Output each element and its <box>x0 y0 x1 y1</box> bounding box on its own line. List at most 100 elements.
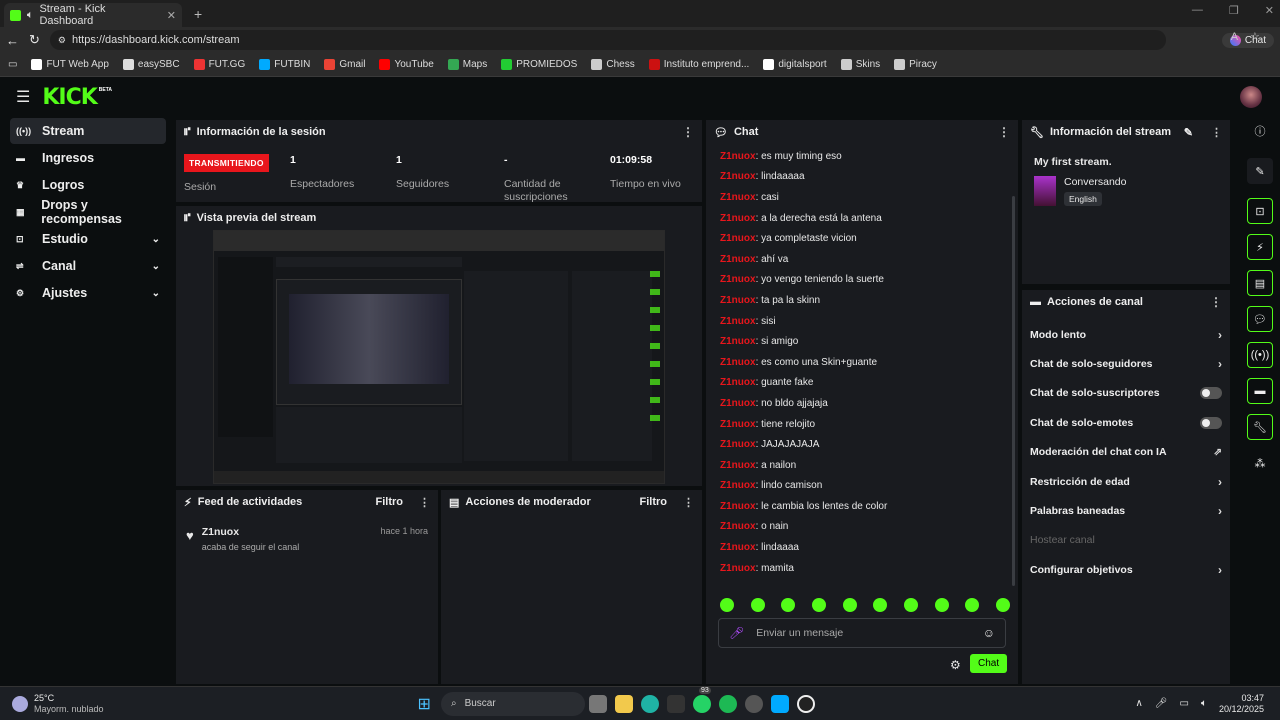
chat-message[interactable]: Z1nuox: es como una Skin+guante <box>706 352 1006 373</box>
mod-filter-button[interactable]: Filtro <box>640 496 668 508</box>
file-explorer-icon[interactable] <box>614 694 633 713</box>
chat-message[interactable]: Z1nuox: ya completaste vicion <box>706 228 1006 249</box>
send-chat-button[interactable]: Chat <box>970 654 1008 673</box>
edit-pencil-icon[interactable]: ✎ <box>1184 126 1193 139</box>
chat-message[interactable]: Z1nuox: guante fake <box>706 373 1006 394</box>
chat-username[interactable]: Z1nuox <box>720 151 756 162</box>
spotify-icon[interactable] <box>718 694 737 713</box>
chat-message[interactable]: Z1nuox: a la derecha está la antena <box>706 208 1006 229</box>
tray-chevron-icon[interactable]: ∧ <box>1135 698 1142 709</box>
chat-username[interactable]: Z1nuox <box>720 192 756 203</box>
chat-username[interactable]: Z1nuox <box>720 233 756 244</box>
emote-icon[interactable] <box>781 598 796 612</box>
emote-icon[interactable] <box>811 598 826 612</box>
bookmark-item[interactable]: digitalsport <box>763 59 827 70</box>
emote-icon[interactable] <box>873 598 888 612</box>
weather-widget[interactable]: 25°C Mayorm. nublado <box>12 693 104 715</box>
new-tab-icon[interactable]: + <box>194 6 202 22</box>
taskbar-search[interactable]: ⌕ Buscar <box>440 691 585 716</box>
minimize-icon[interactable]: — <box>1192 4 1203 17</box>
kebab-menu-icon[interactable]: ⋮ <box>1210 295 1222 309</box>
refresh-icon[interactable]: ↻ <box>29 32 40 48</box>
close-tab-icon[interactable]: ✕ <box>167 9 176 22</box>
chat-message[interactable]: Z1nuox: tiene relojito <box>706 414 1006 435</box>
bookmark-item[interactable]: Skins <box>840 59 880 70</box>
chat-message[interactable]: Z1nuox: casi <box>706 187 1006 208</box>
back-icon[interactable]: ← <box>6 33 19 48</box>
chevron-down-icon[interactable]: ⌄ <box>152 288 160 299</box>
chat-message[interactable]: Z1nuox: ahí va <box>706 249 1006 270</box>
chat-message[interactable]: Z1nuox: no bldo ajjajaja <box>706 393 1006 414</box>
toggle-switch[interactable] <box>1200 416 1222 429</box>
bookmark-item[interactable]: Piracy <box>894 59 937 70</box>
chat-message[interactable]: Z1nuox: lindaaaa <box>706 537 1006 558</box>
channel-action-item[interactable]: Moderación del chat con IA ⇗ <box>1022 438 1230 467</box>
emote-icon[interactable] <box>903 598 918 612</box>
chat-username[interactable]: Z1nuox <box>720 563 756 574</box>
chat-message[interactable]: Z1nuox: lindo camison <box>706 476 1006 497</box>
bookmark-item[interactable]: FUT Web App <box>31 59 109 70</box>
emote-icon[interactable] <box>995 598 1010 612</box>
chat-scrollbar[interactable] <box>1012 196 1015 586</box>
chat-username[interactable]: Z1nuox <box>720 213 756 224</box>
chat-username[interactable]: Z1nuox <box>720 460 756 471</box>
chevron-down-icon[interactable]: ⌄ <box>152 234 160 245</box>
chat-username[interactable]: Z1nuox <box>720 377 756 388</box>
clock[interactable]: 03:47 20/12/2025 <box>1219 693 1264 715</box>
bookmark-item[interactable]: Chess <box>591 59 635 70</box>
kebab-menu-icon[interactable]: ⋮ <box>419 496 430 509</box>
kick-logo[interactable]: KICK <box>42 85 97 110</box>
chat-message[interactable]: Z1nuox: lindaaaaa <box>706 167 1006 188</box>
chat-input[interactable]: 🎤︎ Enviar un mensaje ☺ <box>718 618 1006 648</box>
task-view-icon[interactable] <box>588 694 607 713</box>
add-widget-icon[interactable]: ⁂ <box>1247 450 1273 476</box>
activity-toggle-icon[interactable]: ⚡︎ <box>1247 234 1273 260</box>
bookmark-item[interactable]: YouTube <box>379 59 434 70</box>
chat-settings-icon[interactable]: ⚙ <box>950 658 961 672</box>
microphone-icon[interactable]: 🎤︎ <box>729 626 744 640</box>
chat-username[interactable]: Z1nuox <box>720 336 756 347</box>
channel-action-item[interactable]: Chat de solo-seguidores › <box>1022 349 1230 378</box>
emote-icon[interactable] <box>934 598 949 612</box>
chat-username[interactable]: Z1nuox <box>720 254 756 265</box>
bookmark-item[interactable]: easySBC <box>122 59 180 70</box>
sidebar-item-drops[interactable]: ▦ Drops y recompensas <box>10 198 166 226</box>
emote-icon[interactable] <box>842 598 857 612</box>
edit-icon[interactable]: ✎ <box>1247 158 1273 184</box>
chat-message[interactable]: Z1nuox: ta pa la skinn <box>706 290 1006 311</box>
broadcast-toggle-icon[interactable]: ((•)) <box>1247 342 1273 368</box>
volume-icon[interactable]: 🔈︎ <box>1201 698 1207 709</box>
browser-tab[interactable]: 🔈︎ Stream - Kick Dashboard ✕ <box>4 3 182 27</box>
speaker-icon[interactable]: 🔈︎ <box>27 9 34 22</box>
sidebar-item-canal[interactable]: ⇌ Canal ⌄ <box>10 253 166 279</box>
channel-action-item[interactable]: Chat de solo-emotes <box>1022 408 1230 437</box>
emote-icon[interactable] <box>965 598 980 612</box>
tools-toggle-icon[interactable]: 🔧︎ <box>1247 414 1273 440</box>
chat-username[interactable]: Z1nuox <box>720 357 756 368</box>
sidebar-item-ingresos[interactable]: ▬ Ingresos <box>10 145 166 171</box>
bookmark-item[interactable]: Maps <box>447 59 487 70</box>
bookmark-item[interactable]: Gmail <box>324 59 365 70</box>
bookmark-item[interactable]: Instituto emprend... <box>648 59 749 70</box>
mod-log-toggle-icon[interactable]: ▤ <box>1247 270 1273 296</box>
emoji-icon[interactable]: ☺ <box>983 626 995 640</box>
toggle-switch[interactable] <box>1200 387 1222 400</box>
chat-username[interactable]: Z1nuox <box>720 542 756 553</box>
obs-icon[interactable] <box>796 694 815 713</box>
chat-username[interactable]: Z1nuox <box>720 274 756 285</box>
edge-icon[interactable] <box>640 694 659 713</box>
chat-message[interactable]: Z1nuox: o nain <box>706 517 1006 538</box>
chat-message[interactable]: Z1nuox: JAJAJAJAJA <box>706 434 1006 455</box>
bookmark-item[interactable]: PROMIEDOS <box>501 59 577 70</box>
chat-message[interactable]: Z1nuox: sisi <box>706 311 1006 332</box>
steam-icon[interactable] <box>744 694 763 713</box>
chat-username[interactable]: Z1nuox <box>720 398 756 409</box>
chat-username[interactable]: Z1nuox <box>720 419 756 430</box>
sidebar-item-estudio[interactable]: ⊡ Estudio ⌄ <box>10 226 166 252</box>
kebab-menu-icon[interactable]: ⋮ <box>1211 126 1222 139</box>
channel-action-item[interactable]: Chat de solo-suscriptores <box>1022 379 1230 408</box>
collections-icon[interactable]: ▭ <box>8 59 17 70</box>
chat-username[interactable]: Z1nuox <box>720 295 756 306</box>
activity-filter-button[interactable]: Filtro <box>376 496 404 508</box>
site-info-icon[interactable]: ⚙ <box>58 35 66 46</box>
